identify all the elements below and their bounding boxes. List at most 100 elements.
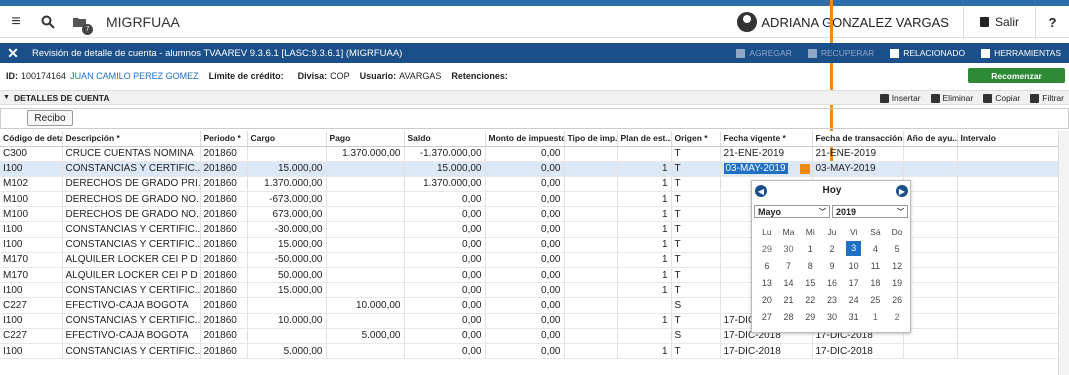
calendar-day[interactable]: 23 [821,291,843,308]
cell-aid-year[interactable] [903,313,958,329]
menu-icon[interactable]: ≡ [0,6,32,38]
cell-interval[interactable] [957,237,1059,253]
cell-period[interactable]: 201860 [200,282,248,299]
cell-source[interactable]: T [671,252,721,269]
col-description[interactable]: Descripción * [62,131,201,147]
cell-description[interactable]: EFECTIVO-CAJA BOGOTA [62,328,201,344]
calendar-day[interactable]: 2 [886,308,908,325]
cell-payment[interactable] [326,161,405,177]
delete-button[interactable]: Eliminar [926,93,979,103]
add-button[interactable]: AGREGAR [728,43,800,63]
cell-payment[interactable] [326,191,405,208]
tools-button[interactable]: HERRAMIENTAS [973,43,1069,63]
cell-payment[interactable] [326,282,405,299]
filter-button[interactable]: Filtrar [1025,93,1069,103]
calendar-day[interactable]: 5 [886,240,908,257]
calendar-icon[interactable] [799,163,810,174]
user-name[interactable]: ADRIANA GONZALEZ VARGAS [761,15,949,30]
cell-tax-amount[interactable]: 0,00 [485,237,565,253]
cell-tax-amount[interactable]: 0,00 [485,161,565,177]
cell-detail-code[interactable]: I100 [0,237,63,253]
col-payment[interactable]: Pago [326,131,405,147]
recent-items-icon[interactable]: 7 [64,6,96,38]
cell-interval[interactable] [957,176,1059,193]
cell-tax-amount[interactable]: 0,00 [485,191,565,208]
cell-period[interactable]: 201860 [200,176,248,193]
cell-balance[interactable]: 0,00 [404,206,486,223]
cell-interval[interactable] [957,221,1059,238]
calendar-day[interactable]: 9 [821,257,843,274]
cell-payment[interactable]: 5.000,00 [326,328,405,344]
cell-balance[interactable]: 0,00 [404,297,486,314]
copy-button[interactable]: Copiar [978,93,1025,103]
cell-tax-amount[interactable]: 0,00 [485,297,565,314]
search-icon[interactable] [32,6,64,38]
cell-detail-code[interactable]: M100 [0,191,63,208]
cell-payment-plan[interactable] [617,297,672,314]
cell-payment-plan[interactable] [617,328,672,344]
cell-description[interactable]: ALQUILER LOCKER CEI P D [62,252,201,269]
cell-balance[interactable]: 0,00 [404,313,486,329]
cell-source[interactable]: T [671,206,721,223]
cell-aid-year[interactable] [903,328,958,344]
cell-period[interactable]: 201860 [200,206,248,223]
cell-payment-plan[interactable]: 1 [617,252,672,269]
cell-charge[interactable]: 1.370.000,00 [247,176,327,193]
cell-charge[interactable]: 15.000,00 [247,282,327,299]
cell-interval[interactable] [957,191,1059,208]
cell-payment[interactable]: 10.000,00 [326,297,405,314]
cell-balance[interactable]: 1.370.000,00 [404,176,486,193]
cell-tax-type[interactable] [564,343,618,360]
cell-period[interactable]: 201860 [200,221,248,238]
cell-aid-year[interactable] [903,161,958,177]
col-interval[interactable]: Intervalo [957,131,1059,147]
cell-detail-code[interactable]: I100 [0,313,63,329]
cell-description[interactable]: DERECHOS DE GRADO PRI... [62,176,201,193]
calendar-day[interactable]: 10 [843,257,865,274]
cell-tax-type[interactable] [564,221,618,238]
cell-effective-date[interactable]: 17-DIC-2018 [720,343,813,360]
cell-payment[interactable] [326,237,405,253]
cell-payment-plan[interactable]: 1 [617,343,672,360]
cell-tax-type[interactable] [564,282,618,299]
cell-charge[interactable]: 5.000,00 [247,343,327,360]
cell-source[interactable]: T [671,343,721,360]
cell-aid-year[interactable] [903,343,958,360]
cell-description[interactable]: CONSTANCIAS Y CERTIFIC... [62,221,201,238]
calendar-day[interactable]: 1 [865,308,887,325]
prev-month-icon[interactable]: ◀ [755,185,767,197]
cell-tax-amount[interactable]: 0,00 [485,221,565,238]
cell-payment-plan[interactable] [617,146,672,162]
cell-charge[interactable] [247,146,327,162]
cell-tax-amount[interactable]: 0,00 [485,328,565,344]
cell-tax-amount[interactable]: 0,00 [485,313,565,329]
cell-payment[interactable] [326,252,405,269]
cell-payment[interactable] [326,313,405,329]
cell-source[interactable]: T [671,267,721,284]
calendar-day[interactable]: 2 [821,240,843,257]
cell-period[interactable]: 201860 [200,297,248,314]
cell-payment[interactable] [326,343,405,360]
cell-description[interactable]: CONSTANCIAS Y CERTIFIC... [62,237,201,253]
cell-tax-amount[interactable]: 0,00 [485,343,565,360]
cell-detail-code[interactable]: M170 [0,267,63,284]
cell-balance[interactable]: 0,00 [404,282,486,299]
cell-tax-amount[interactable]: 0,00 [485,146,565,162]
calendar-day[interactable]: 30 [778,240,800,257]
cell-source[interactable]: T [671,237,721,253]
col-transaction-date[interactable]: Fecha de transacción [812,131,904,147]
cell-transaction-date[interactable]: 21-ENE-2019 [812,146,904,162]
cell-effective-date[interactable]: 21-ENE-2019 [720,146,813,162]
cell-source[interactable]: T [671,191,721,208]
cell-description[interactable]: ALQUILER LOCKER CEI P D [62,267,201,284]
calendar-day[interactable]: 29 [799,308,821,325]
cell-tax-type[interactable] [564,237,618,253]
cell-period[interactable]: 201860 [200,146,248,162]
cell-aid-year[interactable] [903,206,958,223]
cell-payment[interactable] [326,221,405,238]
related-button[interactable]: RELACIONADO [882,43,973,63]
cell-balance[interactable]: 0,00 [404,191,486,208]
cell-tax-type[interactable] [564,206,618,223]
cell-interval[interactable] [957,282,1059,299]
grid-scrollbar[interactable] [1058,131,1069,375]
